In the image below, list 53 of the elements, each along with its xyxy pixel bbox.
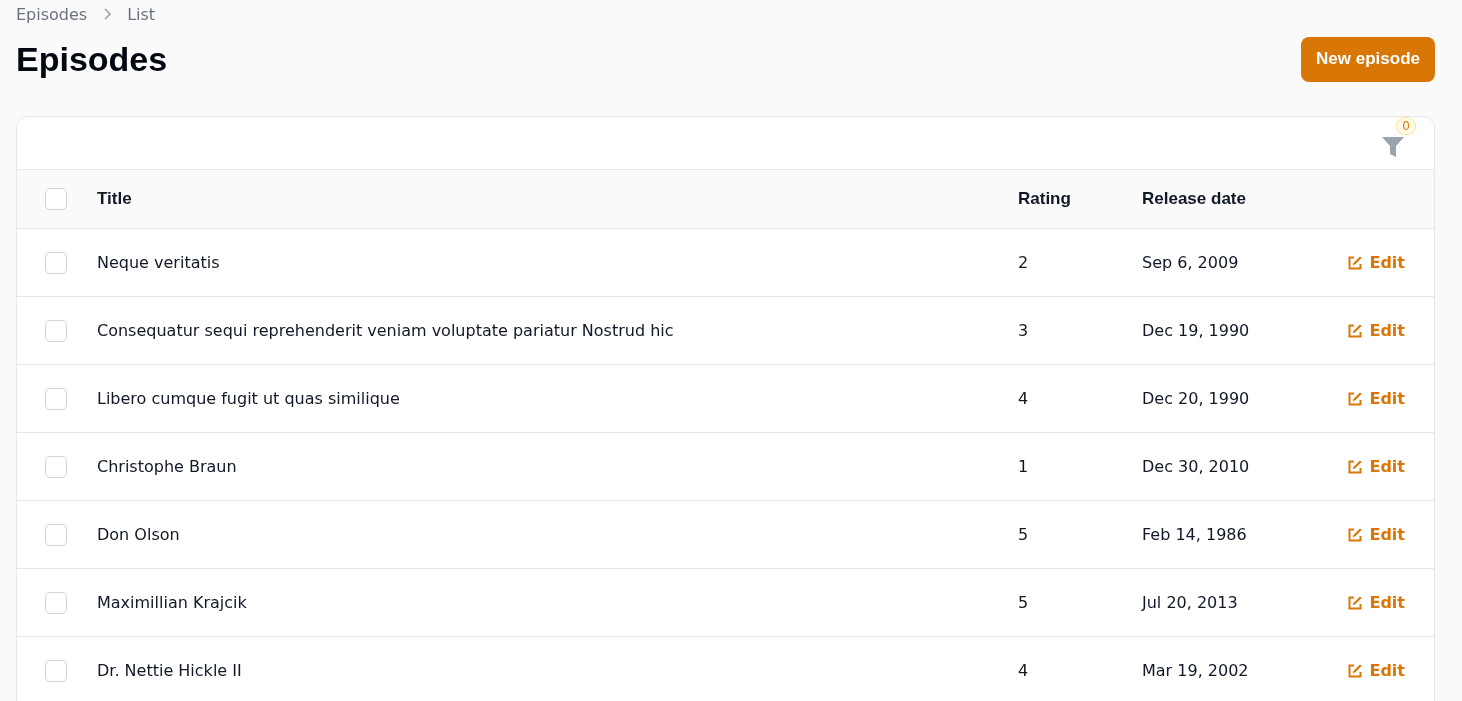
table-cell: 4 xyxy=(1018,661,1029,680)
edit-link[interactable]: Edit xyxy=(1347,593,1405,612)
chevron-right-icon xyxy=(103,8,112,20)
breadcrumb-link[interactable]: List xyxy=(127,4,156,24)
edit-icon xyxy=(1347,662,1364,679)
row-checkbox[interactable] xyxy=(45,523,67,546)
table-cell: Dec 30, 2010 xyxy=(1142,457,1250,476)
row-checkbox[interactable] xyxy=(45,659,67,682)
table-cell: Libero cumque fugit ut quas similique xyxy=(97,389,400,408)
table-cell: Christophe Braun xyxy=(97,457,237,476)
row-checkbox[interactable] xyxy=(45,455,67,478)
edit-icon xyxy=(1347,594,1364,611)
edit-link[interactable]: Edit xyxy=(1347,389,1405,408)
row-checkbox[interactable] xyxy=(45,319,67,342)
table-cell: Dec 20, 1990 xyxy=(1142,389,1250,408)
new-episode-button[interactable]: New episode xyxy=(1301,36,1435,82)
edit-icon xyxy=(1347,390,1364,407)
table-cell: Dr. Nettie Hickle II xyxy=(97,661,242,680)
row-checkbox[interactable] xyxy=(45,387,67,410)
table-cell: Mar 19, 2002 xyxy=(1142,661,1249,680)
edit-link[interactable]: Edit xyxy=(1347,457,1405,476)
filter-button[interactable] xyxy=(1382,135,1404,159)
edit-icon xyxy=(1347,322,1364,339)
edit-link[interactable]: Edit xyxy=(1347,525,1405,544)
filter-count-badge: 0 xyxy=(1396,117,1416,135)
page-title: Episodes xyxy=(16,39,168,79)
table-cell: Consequatur sequi reprehenderit veniam voluptate pariatur Nostrud hic xyxy=(97,321,674,340)
table-cell: 4 xyxy=(1018,389,1029,408)
edit-link[interactable]: Edit xyxy=(1347,253,1405,272)
edit-icon xyxy=(1347,254,1364,271)
column-header[interactable]: Release date xyxy=(1142,189,1246,208)
table-cell: Don Olson xyxy=(97,525,180,544)
row-checkbox[interactable] xyxy=(45,591,67,614)
table-cell: Sep 6, 2009 xyxy=(1142,253,1239,272)
table-cell: Neque veritatis xyxy=(97,253,220,272)
table-cell: Maximillian Krajcik xyxy=(97,593,247,612)
column-header[interactable]: Rating xyxy=(1018,189,1071,208)
table-cell: 2 xyxy=(1018,253,1029,272)
table-cell: 5 xyxy=(1018,593,1029,612)
row-checkbox[interactable] xyxy=(45,251,67,274)
table-cell: Feb 14, 1986 xyxy=(1142,525,1247,544)
edit-icon xyxy=(1347,458,1364,475)
select-all-checkbox[interactable] xyxy=(45,188,67,210)
edit-link[interactable]: Edit xyxy=(1347,661,1405,680)
table-cell: 1 xyxy=(1018,457,1029,476)
breadcrumb-link[interactable]: Episodes xyxy=(16,4,88,24)
table-cell: Jul 20, 2013 xyxy=(1142,593,1238,612)
table-cell: Dec 19, 1990 xyxy=(1142,321,1250,340)
table-cell: 5 xyxy=(1018,525,1029,544)
edit-icon xyxy=(1347,526,1364,543)
table-cell: 3 xyxy=(1018,321,1029,340)
edit-link[interactable]: Edit xyxy=(1347,321,1405,340)
column-header[interactable]: Title xyxy=(97,189,132,208)
